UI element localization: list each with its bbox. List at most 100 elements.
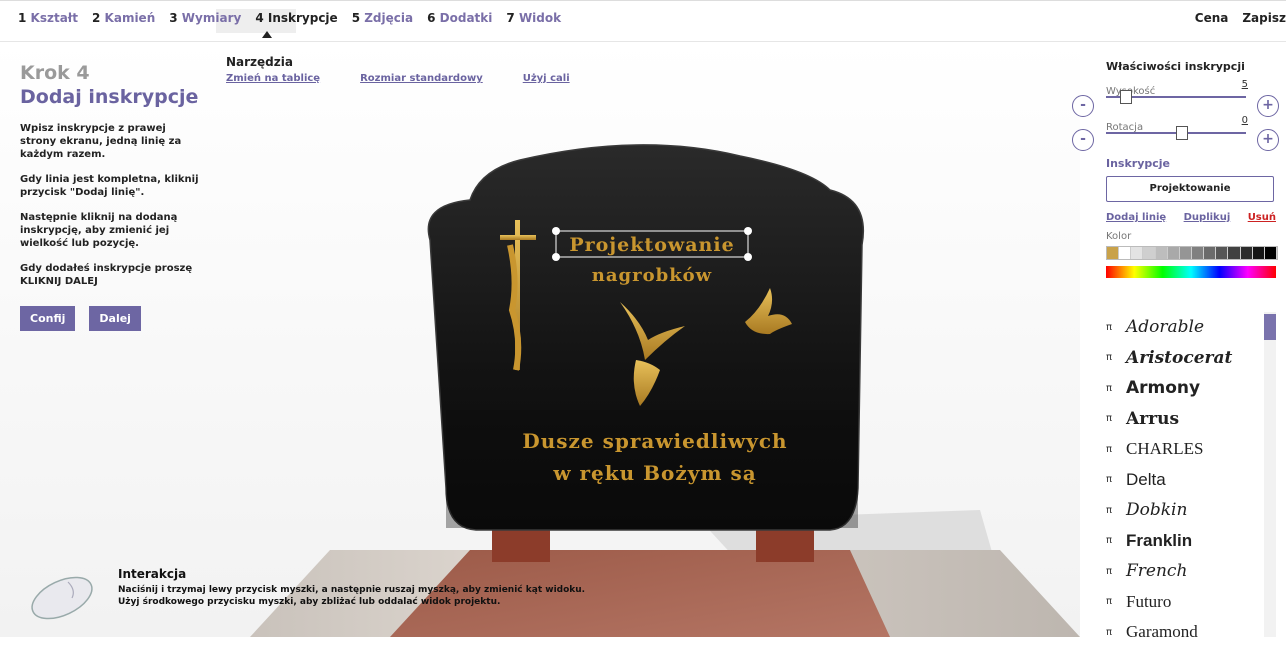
- epitaph-line-1[interactable]: Dusze sprawiedliwych: [522, 429, 787, 453]
- instruction-2: Gdy linia jest kompletna, kliknij przyci…: [20, 174, 199, 198]
- font-option[interactable]: π Adorable: [1106, 312, 1256, 343]
- color-swatch[interactable]: [1204, 247, 1217, 259]
- height-increase-button[interactable]: +: [1257, 95, 1279, 117]
- step-tab-stone[interactable]: 2 Kamień: [92, 11, 155, 25]
- color-swatch[interactable]: [1107, 247, 1120, 259]
- inscription-line-1[interactable]: Projektowanie: [569, 234, 734, 256]
- remove-link[interactable]: Usuń: [1248, 212, 1276, 223]
- rotation-decrease-button[interactable]: -: [1072, 129, 1094, 151]
- color-swatch[interactable]: [1264, 247, 1277, 259]
- font-name: CHARLES: [1126, 439, 1204, 459]
- font-pin-icon: π: [1106, 626, 1113, 638]
- step-label: Kamień: [104, 11, 156, 25]
- hint-line-1: Naciśnij i trzymaj lewy przycisk myszki,…: [118, 585, 586, 595]
- save-button[interactable]: Zapisz: [1242, 11, 1286, 25]
- color-swatch[interactable]: [1167, 247, 1180, 259]
- step-title: Krok 4: [20, 62, 90, 84]
- step-label: Inskrypcje: [267, 11, 338, 25]
- color-spectrum[interactable]: [1106, 266, 1276, 278]
- font-pin-icon: π: [1106, 413, 1113, 425]
- rotation-slider[interactable]: Rotacja 0: [1106, 115, 1278, 151]
- font-pin-icon: π: [1106, 596, 1113, 608]
- font-option[interactable]: π Delta: [1106, 465, 1256, 496]
- color-swatch[interactable]: [1119, 247, 1132, 259]
- duplicate-link[interactable]: Duplikuj: [1184, 212, 1231, 223]
- font-name: Futuro: [1126, 591, 1172, 611]
- step-number: 5: [351, 11, 361, 25]
- add-line-link[interactable]: Dodaj linię: [1106, 212, 1166, 223]
- font-option[interactable]: π Franklin: [1106, 526, 1256, 557]
- instruction-1: Wpisz inskrypcje z prawej strony ekranu,…: [20, 123, 182, 160]
- hint-line-2: Użyj środkowego przycisku myszki, aby zb…: [118, 597, 501, 607]
- font-option[interactable]: π French: [1106, 556, 1256, 587]
- instruction-3: Następnie kliknij na dodaną inskrypcję, …: [20, 212, 178, 249]
- color-swatch[interactable]: [1155, 247, 1168, 259]
- step-label: Widok: [518, 11, 562, 25]
- font-option[interactable]: π Futuro: [1106, 587, 1256, 618]
- rotation-knob[interactable]: [1176, 126, 1188, 140]
- change-to-plaque-link[interactable]: Zmień na tablicę: [226, 73, 320, 84]
- step-tab-inscriptions[interactable]: 4 Inskrypcje: [255, 11, 338, 38]
- color-swatch[interactable]: [1252, 247, 1265, 259]
- rotation-increase-button[interactable]: +: [1257, 129, 1279, 151]
- tools-panel: Narzędzia Zmień na tablicę Rozmiar stand…: [226, 55, 610, 84]
- right-leg: [756, 526, 814, 562]
- hint-title: Interakcja: [118, 567, 187, 581]
- font-pin-icon: π: [1106, 565, 1113, 577]
- font-name: Franklin: [1126, 530, 1193, 550]
- font-list-scrollbar[interactable]: [1264, 312, 1276, 637]
- color-swatch[interactable]: [1179, 247, 1192, 259]
- price-button[interactable]: Cena: [1195, 11, 1229, 25]
- color-swatch[interactable]: [1191, 247, 1205, 259]
- inscription-line-2[interactable]: nagrobków: [592, 265, 712, 286]
- color-swatch[interactable]: [1216, 247, 1229, 259]
- color-swatch[interactable]: [1228, 247, 1241, 259]
- resize-handle-bl[interactable]: [552, 253, 560, 261]
- font-pin-icon: π: [1106, 504, 1113, 516]
- standard-size-link[interactable]: Rozmiar standardowy: [360, 73, 483, 84]
- confirm-button[interactable]: Confij: [20, 306, 76, 331]
- color-swatch[interactable]: [1131, 247, 1144, 259]
- inscriptions-label: Inskrypcje: [1106, 157, 1171, 170]
- step-tab-shape[interactable]: 1 Kształt: [18, 11, 78, 25]
- step-tab-extras[interactable]: 6 Dodatki: [427, 11, 492, 25]
- font-option[interactable]: π Armony: [1106, 373, 1256, 404]
- color-swatch[interactable]: [1143, 247, 1156, 259]
- color-swatch[interactable]: [1240, 247, 1253, 259]
- resize-handle-tl[interactable]: [552, 227, 560, 235]
- font-name: Dobkin: [1126, 500, 1188, 521]
- step-tab-view[interactable]: 7 Widok: [506, 11, 561, 25]
- font-option[interactable]: π Arrus: [1106, 404, 1256, 435]
- top-actions: Cena Zapisz: [1195, 11, 1286, 25]
- step-tab-dimensions[interactable]: 3 Wymiary: [169, 11, 241, 25]
- font-name: Aristocerat: [1126, 347, 1233, 368]
- resize-handle-br[interactable]: [744, 253, 752, 261]
- font-name: Adorable: [1126, 317, 1205, 338]
- step-label: Wymiary: [181, 11, 242, 25]
- step-number: 4: [255, 11, 264, 25]
- use-inches-link[interactable]: Użyj cali: [523, 73, 570, 84]
- font-option[interactable]: π Garamond: [1106, 617, 1256, 648]
- font-option[interactable]: π Aristocerat: [1106, 343, 1256, 374]
- font-name: Garamond: [1126, 622, 1198, 642]
- top-navigation: 1 Kształt 2 Kamień 3 Wymiary 4 Inskrypcj…: [0, 0, 1286, 42]
- font-name: Armony: [1126, 378, 1201, 399]
- step-tab-photos[interactable]: 5 Zdjęcia: [352, 11, 413, 25]
- properties-title: Właściwości inskrypcji: [1106, 60, 1245, 73]
- font-option[interactable]: π Dobkin: [1106, 495, 1256, 526]
- font-option[interactable]: π CHARLES: [1106, 434, 1256, 465]
- inscription-input[interactable]: Projektowanie: [1106, 176, 1274, 202]
- next-button[interactable]: Dalej: [89, 306, 141, 331]
- height-knob[interactable]: [1120, 90, 1132, 104]
- epitaph-line-2[interactable]: w ręku Bożym są: [552, 461, 756, 485]
- font-name: French: [1126, 561, 1188, 582]
- font-pin-icon: π: [1106, 382, 1113, 394]
- font-name: Arrus: [1126, 408, 1180, 429]
- step-number: 3: [169, 11, 178, 25]
- left-leg: [492, 526, 550, 562]
- scrollbar-thumb[interactable]: [1264, 314, 1276, 340]
- height-decrease-button[interactable]: -: [1072, 95, 1094, 117]
- height-slider[interactable]: Wysokość 5: [1106, 79, 1278, 115]
- resize-handle-tr[interactable]: [744, 227, 752, 235]
- properties-panel: Właściwości inskrypcji Wysokość 5 Rotacj…: [1106, 60, 1278, 278]
